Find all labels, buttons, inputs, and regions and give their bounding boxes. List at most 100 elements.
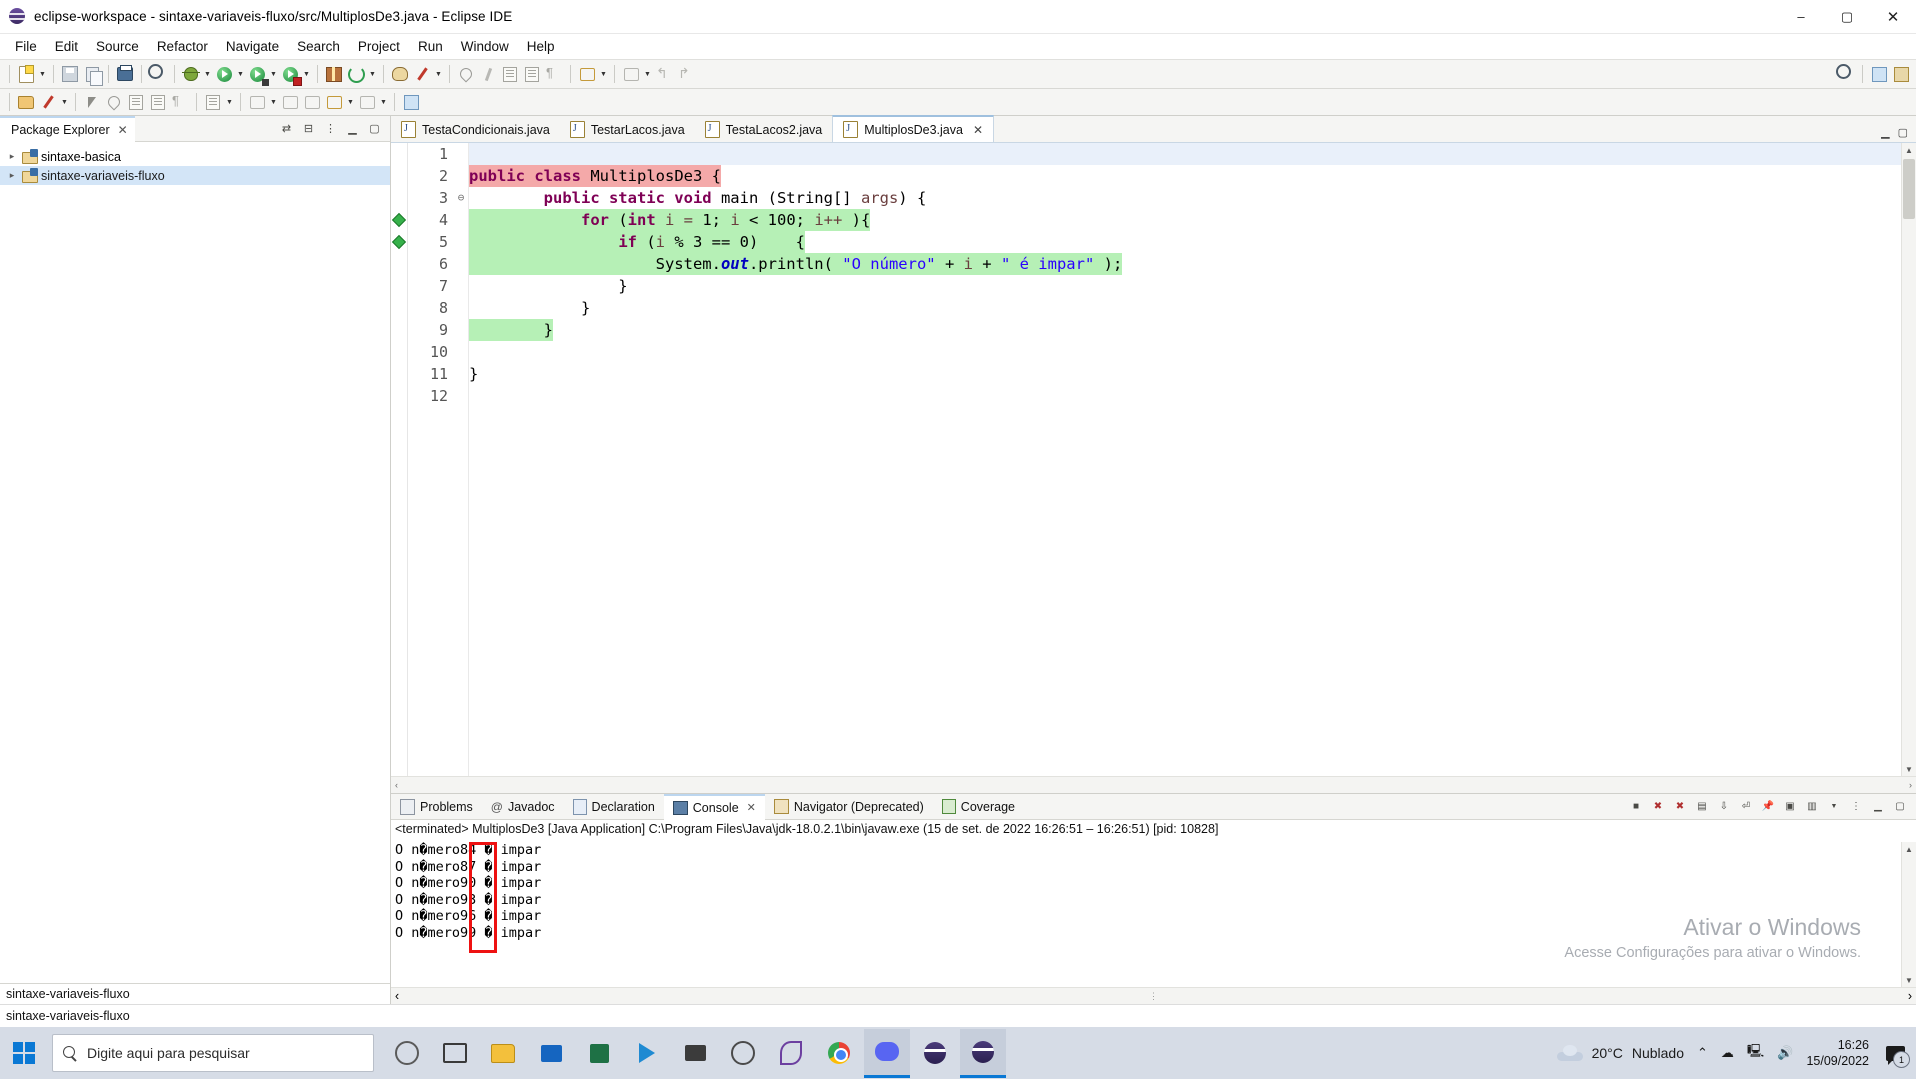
- code-line[interactable]: if (i % 3 == 0) {: [469, 231, 1916, 253]
- maximize-icon[interactable]: ▢: [367, 121, 382, 136]
- maximize-icon[interactable]: ▢: [1898, 126, 1908, 139]
- code-editor[interactable]: 1 2 3 4 5 6 7 8 9 10 11 12 ⊖ public class Multiplos…: [391, 143, 1916, 776]
- tree-item-sintaxe-variaveis-fluxo[interactable]: ▸ sintaxe-variaveis-fluxo: [0, 166, 390, 185]
- open-type-icon[interactable]: [389, 63, 411, 85]
- erase-icon[interactable]: [103, 91, 125, 113]
- run-external-tools-icon[interactable]: [279, 63, 302, 86]
- run-coverage-icon[interactable]: [246, 63, 269, 86]
- taskbar-app-clock-icon[interactable]: [720, 1030, 766, 1076]
- code-line[interactable]: }: [469, 297, 1916, 319]
- fold-toggle-icon[interactable]: ⊖: [454, 187, 468, 209]
- taskbar-app-task-view-icon[interactable]: [432, 1030, 478, 1076]
- code-line[interactable]: System.out.println( "O número" + i + " é…: [469, 253, 1916, 275]
- editor-horizontal-scrollbar[interactable]: ‹ ›: [391, 776, 1916, 793]
- open-console-icon[interactable]: ▥: [1804, 799, 1820, 815]
- search-icon[interactable]: [147, 63, 169, 85]
- run-external-dropdown-icon[interactable]: ▼: [301, 63, 312, 85]
- code-line[interactable]: }: [469, 363, 1916, 385]
- code-line[interactable]: }: [469, 275, 1916, 297]
- breakpoint-marker[interactable]: [391, 209, 407, 231]
- tab-console[interactable]: Console ✕: [663, 793, 765, 820]
- next-annotation-icon[interactable]: [576, 63, 598, 85]
- network-icon[interactable]: 🖳: [1747, 1042, 1764, 1064]
- right-tag-icon[interactable]: [301, 91, 323, 113]
- volume-icon[interactable]: 🔊: [1777, 1045, 1793, 1061]
- close-icon[interactable]: ✕: [973, 123, 983, 137]
- chevron-up-icon[interactable]: ⌃: [1697, 1045, 1708, 1061]
- editor-tab-testarlacos[interactable]: TestarLacos.java: [560, 117, 695, 142]
- tree-item-sintaxe-basica[interactable]: ▸ sintaxe-basica: [0, 147, 390, 166]
- link-with-editor-icon[interactable]: ⇄: [279, 121, 294, 136]
- code-line[interactable]: public class MultiplosDe3 {: [469, 165, 1916, 187]
- taskbar-app-excel-icon[interactable]: [576, 1030, 622, 1076]
- new-wizard-icon[interactable]: [15, 63, 37, 85]
- save-icon[interactable]: [59, 63, 81, 85]
- new-wizard-dropdown-icon[interactable]: ▼: [37, 63, 48, 85]
- ghost-tag-icon[interactable]: [356, 91, 378, 113]
- taskbar-app-vscode-icon[interactable]: [624, 1030, 670, 1076]
- maximize-button[interactable]: ▢: [1824, 1, 1870, 33]
- taskbar-app-chrome-icon[interactable]: [816, 1030, 862, 1076]
- editor-tab-multiplosde3[interactable]: MultiplosDe3.java ✕: [832, 115, 994, 142]
- clear-console-icon[interactable]: ▤: [1694, 799, 1710, 815]
- word-wrap-icon[interactable]: ⏎: [1738, 799, 1754, 815]
- minimize-icon[interactable]: ▁: [345, 121, 360, 136]
- close-icon[interactable]: ✕: [747, 801, 756, 814]
- view-menu-icon[interactable]: ⋮: [1848, 799, 1864, 815]
- taskbar-clock[interactable]: 16:26 15/09/2022: [1806, 1037, 1869, 1069]
- view-menu-icon[interactable]: ⋮: [323, 121, 338, 136]
- forward-icon[interactable]: ↱: [675, 63, 697, 85]
- tab-navigator[interactable]: Navigator (Deprecated): [765, 795, 933, 819]
- scroll-down-arrow-icon[interactable]: ▼: [1902, 762, 1916, 776]
- console-dropdown-icon[interactable]: ▼: [1826, 799, 1842, 815]
- scrollbar-thumb[interactable]: [1903, 159, 1915, 219]
- next-annotation-dropdown-icon[interactable]: ▼: [598, 63, 609, 85]
- folding-gutter[interactable]: ⊖: [454, 143, 469, 776]
- pin-console-icon[interactable]: 📌: [1760, 799, 1776, 815]
- open-folder-icon[interactable]: [15, 91, 37, 113]
- quick-access-search-icon[interactable]: [1835, 63, 1857, 85]
- notification-center-button[interactable]: 1: [1882, 1040, 1910, 1068]
- menu-item-file[interactable]: File: [6, 37, 46, 56]
- menu-item-run[interactable]: Run: [409, 37, 452, 56]
- pointer-icon[interactable]: [81, 91, 103, 113]
- taskbar-search-input[interactable]: Digite aqui para pesquisar: [52, 1034, 374, 1072]
- taskbar-app-file-explorer-icon[interactable]: [480, 1030, 526, 1076]
- code-line[interactable]: }: [469, 319, 1916, 341]
- menu-item-refactor[interactable]: Refactor: [148, 37, 217, 56]
- refresh-icon[interactable]: [345, 63, 367, 85]
- code-line[interactable]: public static void main (String[] args) …: [469, 187, 1916, 209]
- pin-editor-icon[interactable]: [455, 63, 477, 85]
- tag-icon[interactable]: [246, 91, 268, 113]
- save-all-icon[interactable]: [81, 63, 103, 86]
- editor-tab-testalacos2[interactable]: TestaLacos2.java: [695, 117, 833, 142]
- windows-start-icon[interactable]: [0, 1029, 48, 1077]
- run-coverage-dropdown-icon[interactable]: ▼: [268, 63, 279, 85]
- tag-dropdown-icon[interactable]: ▼: [268, 91, 279, 113]
- pen-icon-2[interactable]: [37, 91, 59, 113]
- mark-occurrences-dropdown-icon[interactable]: ▼: [224, 91, 235, 113]
- weather-widget[interactable]: 20°C Nublado: [1556, 1044, 1684, 1061]
- tab-declaration[interactable]: Declaration: [564, 795, 664, 819]
- close-icon[interactable]: ✕: [118, 123, 128, 137]
- export-icon[interactable]: [125, 91, 147, 113]
- tab-problems[interactable]: Problems: [391, 795, 482, 819]
- scroll-right-arrow-icon[interactable]: ›: [1909, 780, 1912, 790]
- minimize-icon[interactable]: ▁: [1881, 126, 1889, 139]
- scroll-left-arrow-icon[interactable]: ‹: [395, 989, 399, 1003]
- java-perspective-icon[interactable]: [1890, 63, 1912, 85]
- onedrive-icon[interactable]: ☁: [1721, 1045, 1734, 1061]
- menu-item-search[interactable]: Search: [288, 37, 349, 56]
- chevron-right-icon[interactable]: ▸: [6, 170, 18, 181]
- menu-item-project[interactable]: Project: [349, 37, 409, 56]
- console-resize-grip[interactable]: ⋮: [1149, 991, 1158, 1002]
- debug-dropdown-icon[interactable]: ▼: [202, 63, 213, 85]
- remove-launch-icon[interactable]: ✖: [1650, 799, 1666, 815]
- menu-item-navigate[interactable]: Navigate: [217, 37, 288, 56]
- paragraph-icon-2[interactable]: ¶: [169, 91, 191, 113]
- paragraph-icon[interactable]: ¶: [543, 63, 565, 85]
- taskbar-app-cortana-icon[interactable]: [384, 1030, 430, 1076]
- run-icon[interactable]: [213, 63, 235, 85]
- filled-tag-icon[interactable]: [323, 91, 345, 113]
- scroll-down-arrow-icon[interactable]: ▼: [1902, 973, 1916, 987]
